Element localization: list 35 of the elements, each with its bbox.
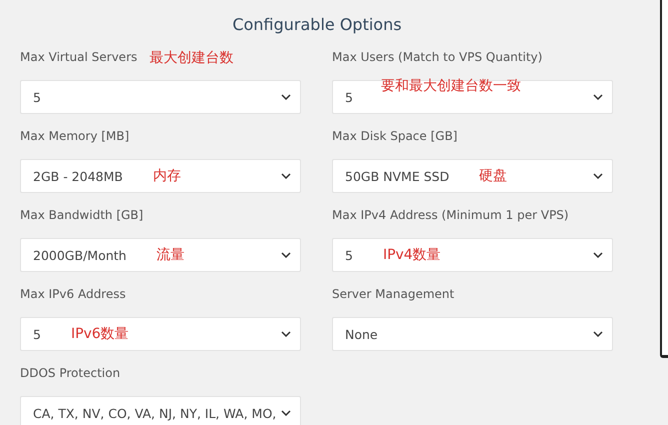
annotation-text: 内存 [152,167,181,185]
field-label: Max Users (Match to VPS Quantity) [332,50,542,64]
chevron-down-icon [281,94,291,100]
section-title: Configurable Options [231,14,403,36]
dropdown-field[interactable]: 5 IPv4数量 [332,238,613,272]
dropdown-field[interactable]: 5 要和最大创建台数一致 [332,80,613,114]
annotation-text: 要和最大创建台数一致 [380,77,521,95]
chevron-down-icon [593,173,603,179]
annotation-text: 硬盘 [479,167,508,185]
dropdown-field[interactable]: 50GB NVME SSD 硬盘 [332,159,613,193]
chevron-down-icon [281,252,291,258]
field-label: Max IPv4 Address (Minimum 1 per VPS) [332,208,569,222]
dropdown-field[interactable]: 5 [20,80,301,114]
dropdown-field[interactable]: CA, TX, NV, CO, VA, NJ, NY, IL, WA, MO, [20,396,301,425]
dropdown-field[interactable]: 2GB - 2048MB 内存 [20,159,301,193]
annotation-text: IPv6数量 [70,325,129,343]
chevron-down-icon [281,331,291,337]
dropdown-field[interactable]: 5 IPv6数量 [20,317,301,351]
field-label: Max Bandwidth [GB] [20,208,144,222]
dropdown-field[interactable]: 2000GB/Month 流量 [20,238,301,272]
field-label: Max Virtual Servers [20,50,138,64]
annotation-text: 最大创建台数 [149,49,234,67]
chevron-down-icon [281,410,291,416]
chevron-down-icon [593,331,603,337]
field-label: Max Memory [MB] [20,129,130,143]
field-label: Server Management [332,287,454,301]
field-label: DDOS Protection [20,366,120,380]
annotation-text: 流量 [156,246,184,264]
chevron-down-icon [593,94,603,100]
dropdown-field[interactable]: None [332,317,613,351]
chevron-down-icon [593,252,603,258]
field-label: Max IPv6 Address [20,287,126,301]
chevron-down-icon [281,173,291,179]
field-label: Max Disk Space [GB] [332,129,458,143]
annotation-text: IPv4数量 [382,246,441,264]
